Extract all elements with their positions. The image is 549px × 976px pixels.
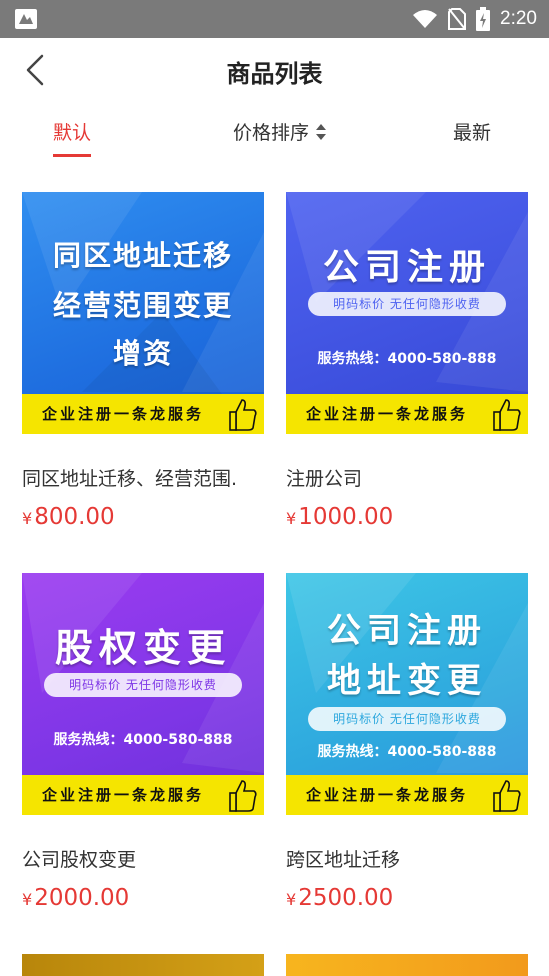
- product-card-partial[interactable]: [286, 954, 528, 976]
- banner-pill: 明码标价 无任何隐形收费: [308, 707, 506, 731]
- thumbs-up-icon: [493, 399, 521, 431]
- sort-arrows-icon: [316, 123, 327, 140]
- currency-symbol: ¥: [22, 509, 33, 528]
- product-image: 股权变更 明码标价 无任何隐形收费 服务热线：4000-580-888 企业注册…: [22, 573, 264, 815]
- currency-symbol: ¥: [286, 890, 297, 909]
- banner-headline: 公司注册: [322, 247, 491, 288]
- thumbs-up-icon: [493, 780, 521, 812]
- active-tab-indicator: [53, 154, 92, 157]
- banner-headline: 股权变更: [54, 626, 231, 670]
- banner-strip-text: 企业注册一条龙服务: [42, 405, 205, 423]
- currency-symbol: ¥: [22, 890, 33, 909]
- banner-hotline: 服务热线：4000-580-888: [317, 351, 497, 367]
- price-value: 2500.00: [298, 885, 394, 911]
- price-value: 1000.00: [298, 504, 394, 530]
- banner-strip: 企业注册一条龙服务: [22, 775, 264, 815]
- thumbs-up-icon: [229, 780, 257, 812]
- banner-hotline: 服务热线：4000-580-888: [53, 732, 233, 748]
- wifi-icon: [413, 10, 438, 28]
- banner-headline: 同区地址迁移: [52, 239, 233, 272]
- price-value: 800.00: [34, 504, 115, 530]
- product-image: 公司注册 明码标价 无任何隐形收费 服务热线：4000-580-888 企业注册…: [286, 192, 528, 434]
- product-price: ¥ 2000.00: [22, 885, 129, 911]
- product-name: 同区地址迁移、经营范围.: [22, 468, 238, 490]
- banner-strip-text: 企业注册一条龙服务: [42, 786, 205, 804]
- banner-headline: 经营范围变更: [52, 289, 233, 322]
- product-image: 同区地址迁移 经营范围变更 增资 企业注册一条龙服务: [22, 192, 264, 434]
- product-name: 跨区地址迁移: [286, 849, 401, 871]
- banner-strip: 企业注册一条龙服务: [22, 394, 264, 434]
- product-name: 公司股权变更: [22, 849, 137, 871]
- banner-headline: 地址变更: [327, 661, 487, 701]
- product-image: 公司注册 地址变更 明码标价 无任何隐形收费 服务热线：4000-580-888…: [286, 573, 528, 815]
- product-card-partial[interactable]: [22, 954, 264, 976]
- tab-newest[interactable]: 最新: [453, 118, 491, 145]
- tab-newest-label: 最新: [453, 122, 492, 144]
- tab-price-sort[interactable]: 价格排序: [233, 118, 327, 145]
- battery-charging-icon: [476, 7, 491, 31]
- nav-bar: 商品列表: [0, 38, 549, 102]
- banner-strip: 企业注册一条龙服务: [286, 394, 528, 434]
- banner-pill: 明码标价 无任何隐形收费: [308, 292, 506, 316]
- tab-price-sort-label: 价格排序: [233, 122, 310, 144]
- status-bar: 2:20: [0, 0, 549, 38]
- banner-headline: 公司注册: [327, 611, 487, 651]
- currency-symbol: ¥: [286, 509, 297, 528]
- product-price: ¥ 800.00: [22, 504, 115, 530]
- product-price: ¥ 1000.00: [286, 504, 393, 530]
- banner-strip-text: 企业注册一条龙服务: [306, 405, 469, 423]
- notification-icon: [15, 9, 37, 29]
- price-value: 2000.00: [34, 885, 130, 911]
- banner-strip: 企业注册一条龙服务: [286, 775, 528, 815]
- status-time: 2:20: [500, 8, 537, 29]
- tab-default-label: 默认: [53, 122, 92, 144]
- banner-hotline: 服务热线：4000-580-888: [317, 744, 497, 760]
- thumbs-up-icon: [229, 399, 257, 431]
- product-price: ¥ 2500.00: [286, 885, 393, 911]
- page-title: 商品列表: [226, 60, 323, 88]
- product-name: 注册公司: [286, 468, 363, 490]
- tab-default[interactable]: 默认: [53, 118, 92, 157]
- banner-headline: 增资: [112, 337, 173, 370]
- no-sim-icon: [448, 8, 467, 30]
- banner-strip-text: 企业注册一条龙服务: [306, 786, 469, 804]
- sort-tabs: 默认 价格排序 最新: [0, 104, 549, 164]
- banner-pill: 明码标价 无任何隐形收费: [44, 673, 242, 697]
